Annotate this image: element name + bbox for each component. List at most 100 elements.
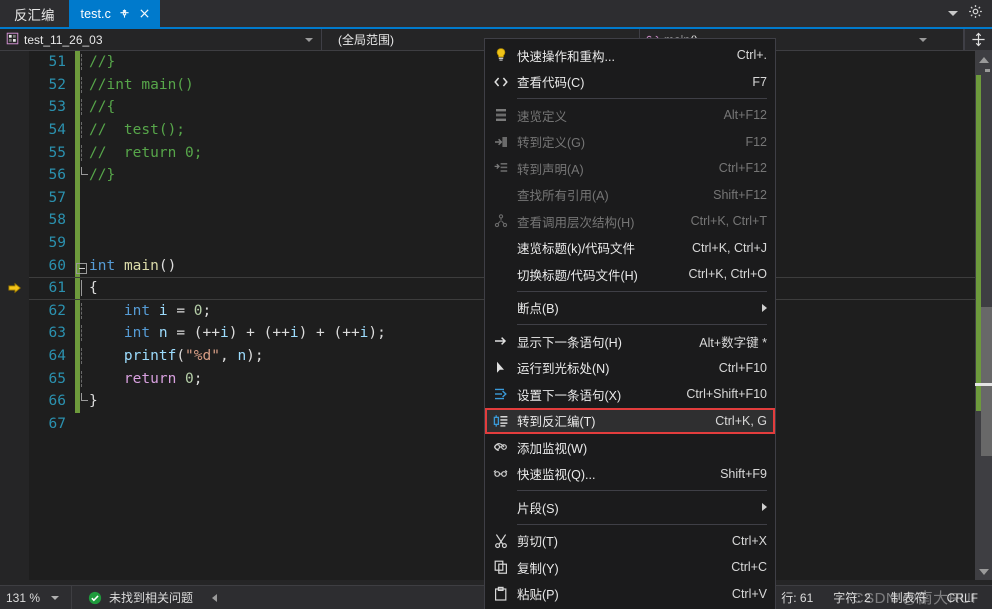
menu-item-shortcut: F12 [745,134,767,149]
menu-item-label: 速览定义 [517,109,568,124]
menu-item[interactable]: 片段(S) [485,494,775,521]
menu-item-label: 显示下一条语句(H) [517,335,622,350]
code-token: 0 [193,302,203,319]
outline-collapse-icon[interactable] [76,262,87,274]
menu-separator [517,490,767,491]
code-text: int main() [76,257,176,274]
code-token: i [289,325,299,342]
indicator-margin[interactable] [0,51,29,580]
change-indicator [75,96,80,119]
code-token: ; [193,370,203,387]
line-number: 65 [48,370,66,387]
code-text: //} [81,167,116,184]
set-next-statement-icon [485,386,517,402]
pin-icon[interactable] [118,7,131,20]
tab-test-c[interactable]: test.c [68,0,160,27]
menu-item[interactable]: 粘贴(P) Ctrl+V [485,581,775,608]
menu-item-shortcut: Ctrl+F12 [718,161,767,176]
menu-item[interactable]: 速览标题(k)/代码文件 Ctrl+K, Ctrl+J [485,235,775,262]
lightbulb-icon [485,47,517,63]
code-text: // test(); [81,122,186,139]
change-indicator [75,413,80,436]
menu-item-label: 查找所有引用(A) [517,189,609,204]
visual-studio-window: 反汇编 test.c test_11_26_03 (全局范围) 51 //} 5… [0,0,992,609]
document-tab-strip: 反汇编 test.c [0,0,992,27]
code-token: int [89,257,116,274]
status-insert-mode[interactable]: 制表符 [891,589,927,606]
menu-item[interactable]: 断点(B) [485,295,775,322]
code-token: return [123,370,177,387]
line-number: 58 [48,212,66,229]
menu-item[interactable]: 添加监视(W) [485,434,775,461]
menu-item[interactable]: 设置下一条语句(X) Ctrl+Shift+F10 [485,381,775,408]
zoom-level-selector[interactable]: 131 % [0,586,72,609]
menu-item-label: 运行到光标处(N) [517,362,610,377]
code-token: //{ [89,99,116,116]
quick-watch-icon [485,466,517,482]
go-to-declaration-icon [485,160,517,176]
chevron-down-icon[interactable] [919,37,927,42]
code-token: int [123,325,151,342]
menu-item[interactable]: 剪切(T) Ctrl+X [485,528,775,555]
menu-item-label: 设置下一条语句(X) [517,388,622,403]
code-text: // return 0; [81,144,203,161]
split-view-button[interactable] [964,29,992,50]
menu-item[interactable]: 显示下一条语句(H) Alt+数字键 * [485,328,775,355]
code-token: // return 0; [89,144,203,161]
code-token: ); [246,348,264,365]
show-next-statement-icon [485,333,517,349]
scroll-up-button[interactable] [975,51,992,68]
menu-item-label: 转到声明(A) [517,162,584,177]
chevron-down-icon[interactable] [51,595,59,600]
menu-separator [517,324,767,325]
triangle-up-icon [978,56,989,63]
menu-item-label: 速览标题(k)/代码文件 [517,242,636,257]
menu-item-label: 快速操作和重构... [517,49,615,64]
menu-item[interactable]: 快速监视(Q)... Shift+F9 [485,461,775,488]
code-token: // test(); [89,122,186,139]
editor-vertical-scrollbar[interactable] [975,51,992,580]
scrollbar-tickmark [985,69,990,72]
code-token: n [237,348,247,365]
chevron-down-icon[interactable] [948,11,958,16]
scroll-down-button[interactable] [975,563,992,580]
issue-status[interactable]: 未找到相关问题 [72,589,218,606]
menu-item-label: 转到反汇编(T) [517,415,596,430]
editor-context-menu[interactable]: 快速操作和重构... Ctrl+. 查看代码(C) F7 速览定义 Alt+F12 转到定义… [484,38,776,609]
collapse-arrow-icon[interactable] [212,593,218,602]
menu-item[interactable]: 运行到光标处(N) Ctrl+F10 [485,355,775,382]
menu-item-label: 剪切(T) [517,535,558,550]
scrollbar-thumb[interactable] [981,307,992,456]
code-text: { [81,280,98,297]
code-token: //int main() [89,76,194,93]
code-token: 0 [185,370,194,387]
code-text: int i = 0; [81,302,211,319]
copy-icon [485,559,517,575]
menu-item-shortcut: Ctrl+K, Ctrl+T [690,214,767,229]
menu-item[interactable]: 切换标题/代码文件(H) Ctrl+K, Ctrl+O [485,261,775,288]
menu-item: 查看调用层次结构(H) Ctrl+K, Ctrl+T [485,208,775,235]
menu-item[interactable]: 快速操作和重构... Ctrl+. [485,42,775,69]
check-circle-icon [88,591,102,604]
menu-item[interactable]: 复制(Y) Ctrl+C [485,554,775,581]
change-indicator [75,73,80,97]
chevron-down-icon[interactable] [305,37,313,42]
status-line-ending[interactable]: CRLF [947,591,978,605]
project-icon [6,32,19,48]
close-icon[interactable] [138,7,151,20]
run-to-cursor-icon [485,360,517,376]
project-dropdown[interactable]: test_11_26_03 [0,29,322,50]
menu-item-shortcut: Shift+F9 [720,466,767,481]
outline-guide-end [81,393,88,402]
line-number: 63 [48,325,66,342]
line-number: 57 [48,189,66,206]
line-number: 61 [48,280,66,297]
line-number: 56 [48,167,66,184]
menu-item[interactable]: 查看代码(C) F7 [485,69,775,96]
menu-item: 速览定义 Alt+F12 [485,102,775,129]
gear-icon[interactable] [968,4,983,24]
code-token: //} [89,167,116,184]
menu-item[interactable]: 转到反汇编(T) Ctrl+K, G [485,407,775,434]
line-number: 54 [48,122,66,139]
